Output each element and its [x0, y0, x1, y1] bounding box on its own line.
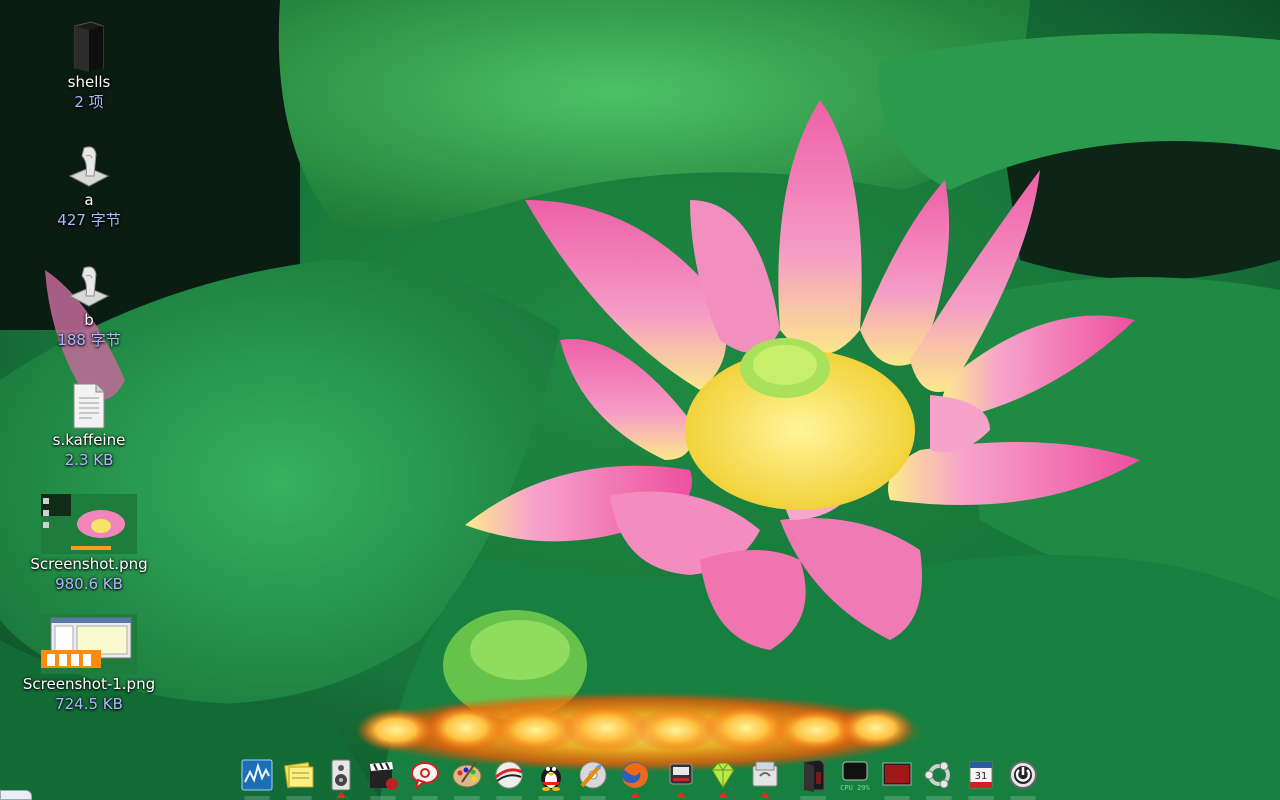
desktop-item-size: 724.5 KB [55, 695, 123, 713]
folder-icon [74, 21, 104, 72]
image-thumbnail-desktop [41, 614, 137, 674]
text-file-icon [73, 383, 105, 429]
desktop-icon-area: shells 2 项 a 427 字节 b 188 字节 s.kaffeine … [0, 0, 180, 740]
dock-item-calendar[interactable]: 31 [964, 758, 998, 800]
running-indicator [718, 792, 728, 798]
desktop-item-size: 188 字节 [57, 331, 121, 349]
running-indicator [760, 792, 770, 798]
terminal-icon [882, 762, 912, 786]
dock-item-system-monitor[interactable] [240, 758, 274, 800]
paint-palette-icon [452, 761, 482, 788]
desktop-item-label: Screenshot-1.png [22, 675, 156, 693]
diamond-gem-icon [711, 762, 735, 789]
disk-tool-icon [579, 761, 607, 789]
desktop-item-label: s.kaffeine [52, 431, 126, 449]
firefox-icon [622, 762, 648, 788]
movie-clapper-icon [370, 762, 398, 790]
desktop-item-label: a [84, 191, 94, 209]
desktop-item-size: 427 字节 [57, 211, 121, 229]
calendar-day: 31 [975, 771, 988, 782]
desktop-item-label: shells [67, 73, 111, 91]
system-monitor-icon [241, 759, 273, 791]
power-icon [1009, 761, 1037, 789]
script-icon [68, 266, 110, 307]
dock-item-web-browser[interactable] [492, 758, 526, 800]
dock-item-speaker[interactable] [324, 758, 358, 798]
bottom-left-corner-widget[interactable] [0, 790, 32, 800]
chat-bubble-icon [411, 762, 439, 791]
speaker-icon [331, 759, 351, 791]
desktop-item-screenshot-png[interactable]: Screenshot.png 980.6 KB [0, 494, 178, 594]
dock-item-sticky-notes[interactable] [282, 758, 316, 800]
dock-item-disk-tool[interactable] [576, 758, 610, 800]
desktop-item-label: Screenshot.png [30, 555, 148, 573]
desktop-item-size: 2 项 [74, 93, 104, 111]
dock-item-gem[interactable] [706, 758, 740, 798]
qq-penguin-icon [541, 767, 561, 791]
desktop-item-shells[interactable]: shells 2 项 [0, 20, 178, 112]
desktop-item-size: 2.3 KB [64, 451, 114, 469]
desktop-item-label: b [84, 311, 94, 329]
cpu-usage-label: CPU 29% [840, 784, 870, 792]
desktop-item-s-kaffeine[interactable]: s.kaffeine 2.3 KB [0, 382, 178, 470]
dark-file-icon [803, 759, 825, 792]
desktop-item-size: 980.6 KB [55, 575, 123, 593]
running-indicator [676, 792, 686, 798]
dock-item-qq[interactable] [534, 758, 568, 800]
desktop-item-a[interactable]: a 427 字节 [0, 142, 178, 230]
image-thumbnail-lotus [41, 494, 137, 554]
dock-item-paint[interactable] [450, 758, 484, 800]
script-icon [68, 146, 110, 187]
desktop-wallpaper [0, 0, 1280, 800]
dock-item-chat[interactable] [408, 758, 442, 800]
dock-item-cpu-monitor[interactable]: CPU 29% [838, 758, 872, 792]
running-indicator [630, 792, 640, 798]
calendar-icon: 31 [969, 761, 993, 789]
ubuntu-logo-icon [924, 761, 950, 789]
dock-item-power[interactable] [1006, 758, 1040, 800]
media-player-icon [669, 763, 693, 785]
dock: CPU 29% 31 [232, 754, 1052, 800]
dock-item-terminal[interactable] [880, 758, 914, 800]
dock-item-firefox[interactable] [618, 758, 652, 798]
globe-swoosh-icon [495, 761, 523, 789]
running-indicator [336, 792, 346, 798]
dock-item-ubuntu[interactable] [922, 758, 956, 800]
dock-item-media-player[interactable] [664, 758, 698, 798]
calculator-icon [752, 761, 778, 787]
desktop-item-b[interactable]: b 188 字节 [0, 262, 178, 350]
dock-item-calculator[interactable] [748, 758, 782, 798]
sticky-notes-icon [284, 762, 314, 789]
dock-item-dark-file[interactable] [796, 758, 830, 800]
desktop-item-screenshot-1-png[interactable]: Screenshot-1.png 724.5 KB [0, 614, 178, 714]
dock-item-movie-player[interactable] [366, 758, 400, 800]
